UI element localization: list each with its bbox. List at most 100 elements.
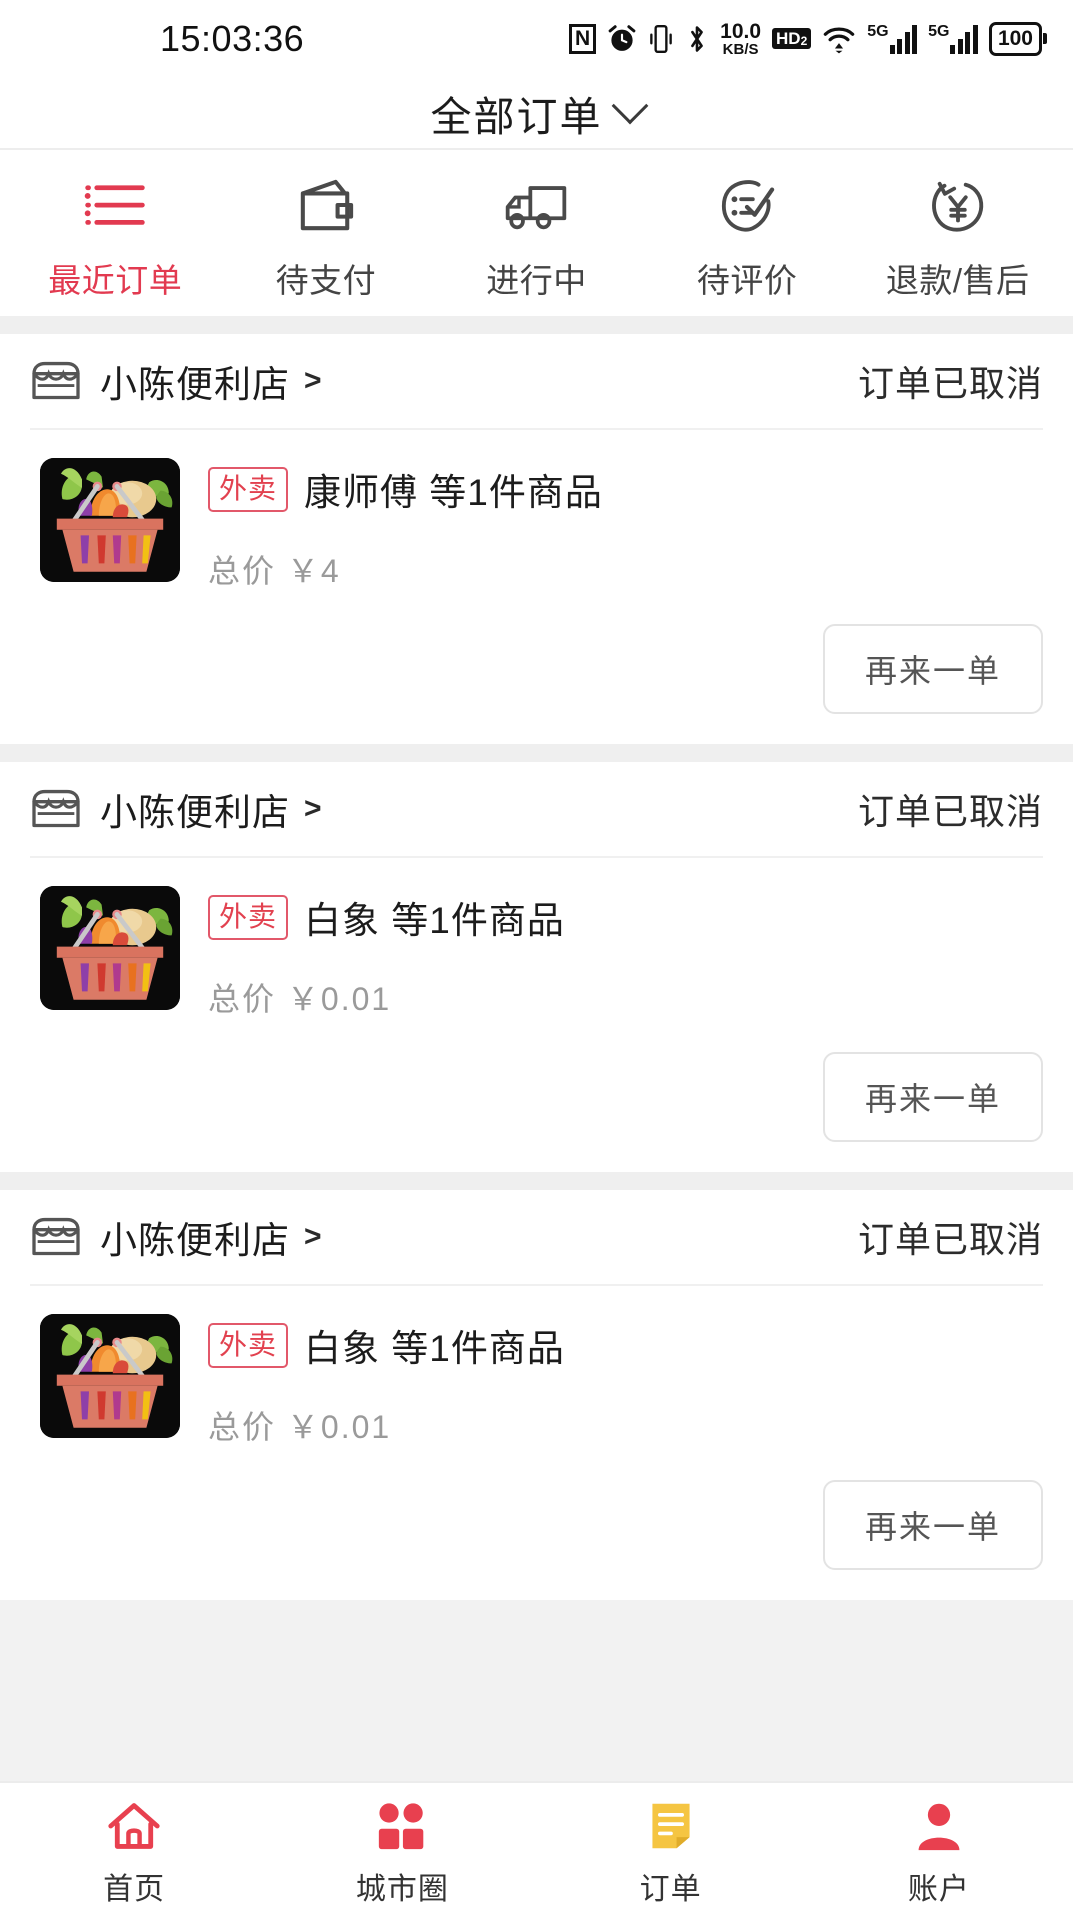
shop-name: 小陈便利店 xyxy=(100,792,290,833)
app-header: 全部订单 xyxy=(0,78,1073,150)
network-speed-icon: 10.0 KB/S xyxy=(720,19,762,59)
tab-label: 待评价 xyxy=(696,262,798,299)
list-icon xyxy=(84,176,146,236)
nav-item-account[interactable]: 账户 xyxy=(805,1791,1073,1913)
price-label: 总价 xyxy=(208,981,277,1017)
list-separator xyxy=(0,1172,1073,1190)
shop-name: 小陈便利店 xyxy=(100,364,290,405)
product-thumbnail[interactable] xyxy=(40,886,180,1010)
app-screen: 15:03:36 N 10.0 KB/S HD 2 5G 5G 100 全部订单… xyxy=(0,0,1073,1913)
shop-link-arrow: > xyxy=(304,1220,322,1253)
order-header[interactable]: 小陈便利店 > 订单已取消 xyxy=(30,334,1043,430)
order-status: 订单已取消 xyxy=(857,363,1043,404)
reorder-button[interactable]: 再来一单 xyxy=(822,1480,1043,1570)
signal-icon: 5G xyxy=(867,23,918,54)
tab-refund-aftersales[interactable]: 退款/售后 xyxy=(852,176,1063,302)
shop-icon xyxy=(30,1215,82,1259)
page-title: 全部订单 xyxy=(430,94,603,140)
order-header[interactable]: 小陈便利店 > 订单已取消 xyxy=(30,762,1043,858)
nfc-icon: N xyxy=(569,23,597,54)
order-status: 订单已取消 xyxy=(857,1219,1043,1260)
order-card[interactable]: 小陈便利店 > 订单已取消 xyxy=(0,334,1073,744)
shop-icon xyxy=(30,359,82,403)
bluetooth-icon xyxy=(685,23,709,55)
status-badge: 外卖 xyxy=(208,1322,289,1368)
battery-icon: 100 xyxy=(988,21,1047,57)
order-card[interactable]: 小陈便利店 > 订单已取消 xyxy=(0,762,1073,1172)
product-line: 外卖 白象 等1件商品 xyxy=(208,1318,565,1372)
nav-item-orders[interactable]: 订单 xyxy=(537,1791,805,1913)
status-icon-group: N 10.0 KB/S HD 2 5G 5G 100 xyxy=(569,19,1047,59)
hd-voice-icon: HD 2 xyxy=(772,28,812,50)
order-body[interactable]: 外卖 康师傅 等1件商品 总价 ￥4 xyxy=(30,430,1043,602)
order-info: 外卖 白象 等1件商品 总价 ￥0.01 xyxy=(180,886,565,1020)
grid-icon xyxy=(376,1796,428,1856)
bottom-navigation: 首页 城市圈 订单 账户 xyxy=(0,1781,1073,1913)
order-actions: 再来一单 xyxy=(30,1458,1043,1600)
order-status: 订单已取消 xyxy=(857,791,1043,832)
wifi-icon xyxy=(822,24,856,54)
nav-label: 首页 xyxy=(103,1873,166,1906)
order-actions: 再来一单 xyxy=(30,1030,1043,1172)
nav-label: 订单 xyxy=(639,1873,702,1906)
tab-label: 待支付 xyxy=(275,262,377,299)
reorder-button[interactable]: 再来一单 xyxy=(822,624,1043,714)
product-line: 外卖 康师傅 等1件商品 xyxy=(208,462,603,516)
order-total: 总价 ￥4 xyxy=(208,546,603,592)
product-line: 外卖 白象 等1件商品 xyxy=(208,890,565,944)
order-header[interactable]: 小陈便利店 > 订单已取消 xyxy=(30,1190,1043,1286)
truck-icon xyxy=(502,176,570,236)
person-icon xyxy=(914,1796,964,1856)
review-icon xyxy=(718,176,776,236)
price-value: ￥0.01 xyxy=(286,981,392,1017)
signal-icon: 5G xyxy=(928,23,978,54)
alarm-icon xyxy=(607,24,637,54)
tab-pending-review[interactable]: 待评价 xyxy=(642,176,853,302)
order-total: 总价 ￥0.01 xyxy=(208,974,565,1020)
tab-in-progress[interactable]: 进行中 xyxy=(431,176,642,302)
vibrate-icon xyxy=(648,24,674,54)
product-thumbnail[interactable] xyxy=(40,1314,180,1438)
tab-label: 退款/售后 xyxy=(885,262,1030,299)
price-label: 总价 xyxy=(208,553,277,589)
reorder-button[interactable]: 再来一单 xyxy=(822,1052,1043,1142)
list-separator xyxy=(0,744,1073,762)
order-list[interactable]: 小陈便利店 > 订单已取消 外卖 康师傅 等1件商品 总价 ￥4 再来一单 小陈… xyxy=(0,316,1073,1781)
refund-icon xyxy=(929,176,987,236)
status-bar: 15:03:36 N 10.0 KB/S HD 2 5G 5G 100 xyxy=(0,0,1073,78)
shop-icon xyxy=(30,787,82,831)
tab-pending-payment[interactable]: 待支付 xyxy=(221,176,432,302)
wallet-icon xyxy=(295,176,357,236)
product-name: 白象 等1件商品 xyxy=(304,1328,565,1369)
price-value: ￥0.01 xyxy=(286,1409,392,1445)
shop-link-arrow: > xyxy=(304,364,322,397)
tab-recent-orders[interactable]: 最近订单 xyxy=(10,176,221,302)
order-info: 外卖 白象 等1件商品 总价 ￥0.01 xyxy=(180,1314,565,1448)
nav-label: 账户 xyxy=(907,1873,970,1906)
shop-link-arrow: > xyxy=(304,792,322,825)
tab-label: 最近订单 xyxy=(48,262,183,299)
status-badge: 外卖 xyxy=(208,466,289,512)
price-label: 总价 xyxy=(208,1409,277,1445)
nav-item-home[interactable]: 首页 xyxy=(0,1791,268,1913)
nav-label: 城市圈 xyxy=(355,1873,449,1906)
order-category-tabs: 最近订单 待支付 进行中 待评价 退款/售后 xyxy=(0,150,1073,316)
product-name: 康师傅 等1件商品 xyxy=(304,472,603,513)
nav-item-city-circle[interactable]: 城市圈 xyxy=(268,1791,536,1913)
product-name: 白象 等1件商品 xyxy=(304,900,565,941)
home-icon xyxy=(106,1796,162,1856)
order-total: 总价 ￥0.01 xyxy=(208,1402,565,1448)
order-actions: 再来一单 xyxy=(30,602,1043,744)
status-time: 15:03:36 xyxy=(160,18,305,59)
product-thumbnail[interactable] xyxy=(40,458,180,582)
order-body[interactable]: 外卖 白象 等1件商品 总价 ￥0.01 xyxy=(30,1286,1043,1458)
order-card[interactable]: 小陈便利店 > 订单已取消 xyxy=(0,1190,1073,1600)
status-badge: 外卖 xyxy=(208,894,289,940)
price-value: ￥4 xyxy=(286,553,341,589)
order-info: 外卖 康师傅 等1件商品 总价 ￥4 xyxy=(180,458,603,592)
order-body[interactable]: 外卖 白象 等1件商品 总价 ￥0.01 xyxy=(30,858,1043,1030)
chevron-down-icon[interactable] xyxy=(611,87,648,125)
order-note-icon xyxy=(646,1796,696,1856)
list-separator xyxy=(0,316,1073,334)
tab-label: 进行中 xyxy=(486,262,587,299)
